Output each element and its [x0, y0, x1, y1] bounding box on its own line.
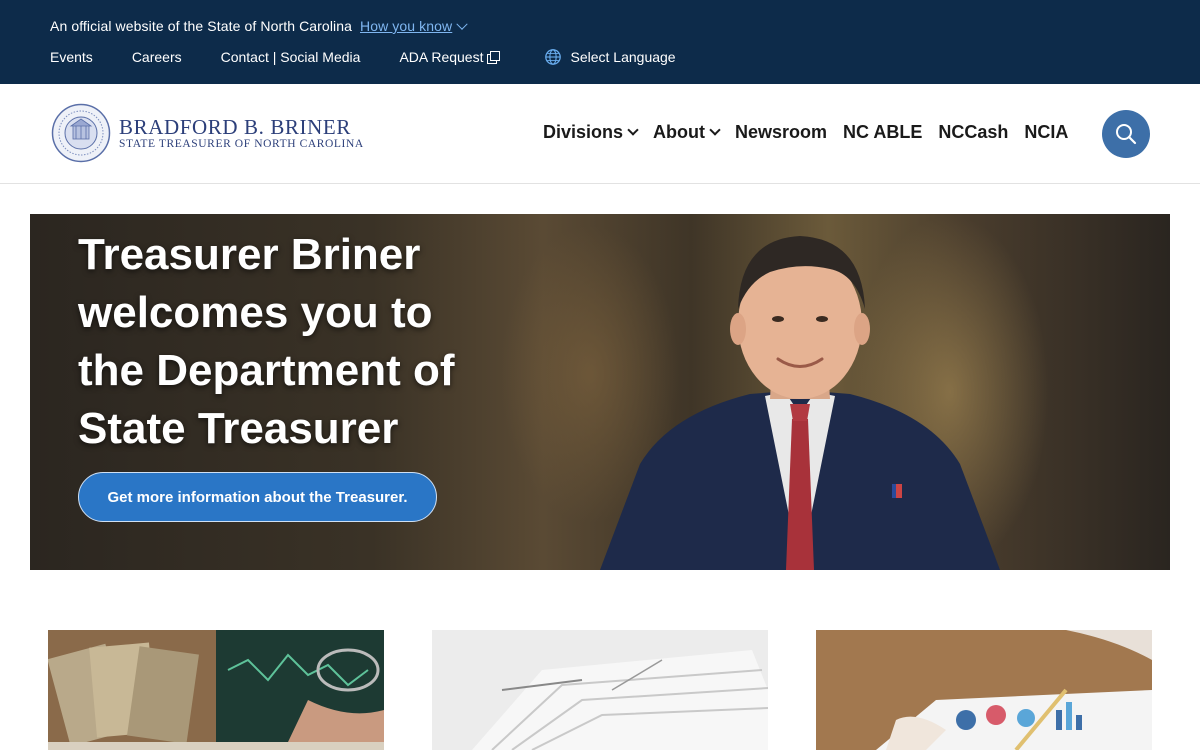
- search-button[interactable]: [1102, 110, 1150, 158]
- external-link-icon: [486, 51, 500, 64]
- select-language[interactable]: Select Language: [544, 48, 676, 66]
- card-image-finance[interactable]: [48, 630, 384, 750]
- chevron-down-icon: [709, 124, 721, 136]
- treasurer-info-button[interactable]: Get more information about the Treasurer…: [78, 472, 437, 522]
- chevron-down-icon: [627, 124, 639, 136]
- hero-title: Treasurer Briner welcomes you to the Dep…: [78, 230, 455, 453]
- nav-about-label: About: [653, 122, 706, 142]
- how-you-know-link[interactable]: How you know: [360, 18, 468, 34]
- nav-about[interactable]: About: [653, 122, 721, 143]
- nav-ncia[interactable]: NCIA: [1024, 122, 1068, 143]
- site-logo[interactable]: BRADFORD B. BRINER STATE TREASURER OF NO…: [51, 103, 364, 163]
- nav-nc-able[interactable]: NC ABLE: [843, 122, 922, 143]
- document-stacks-image: [432, 630, 768, 750]
- nav-divisions-label: Divisions: [543, 122, 624, 142]
- hero-banner: Treasurer Briner welcomes you to the Dep…: [30, 214, 1170, 570]
- select-language-label: Select Language: [570, 49, 676, 65]
- official-text: An official website of the State of Nort…: [50, 18, 353, 34]
- state-seal-icon: [51, 103, 111, 163]
- official-notice: An official website of the State of Nort…: [50, 18, 468, 34]
- site-header: BRADFORD B. BRINER STATE TREASURER OF NO…: [0, 84, 1200, 184]
- nav-divisions[interactable]: Divisions: [543, 122, 639, 143]
- how-you-know-label: How you know: [360, 18, 453, 34]
- search-icon: [1116, 124, 1137, 145]
- card-image-documents[interactable]: [432, 630, 768, 750]
- logo-text: BRADFORD B. BRINER STATE TREASURER OF NO…: [119, 116, 364, 151]
- utility-link-contact[interactable]: Contact | Social Media: [221, 49, 361, 65]
- globe-icon: [544, 49, 561, 65]
- money-and-markets-image: [48, 630, 384, 750]
- treasurer-portrait: [600, 236, 1000, 570]
- logo-name: BRADFORD B. BRINER: [119, 114, 351, 139]
- utility-link-events[interactable]: Events: [50, 49, 93, 65]
- financial-analysis-image: [816, 630, 1152, 750]
- nav-nccash[interactable]: NCCash: [938, 122, 1008, 143]
- chevron-down-icon: [456, 18, 468, 30]
- card-image-analysis[interactable]: [816, 630, 1152, 750]
- logo-subtitle: STATE TREASURER OF NORTH CAROLINA: [119, 137, 364, 150]
- official-banner: An official website of the State of Nort…: [0, 0, 1200, 84]
- ada-request-label: ADA Request: [399, 49, 484, 65]
- utility-link-ada-request[interactable]: ADA Request: [399, 49, 500, 65]
- utility-link-careers[interactable]: Careers: [132, 49, 182, 65]
- nav-newsroom[interactable]: Newsroom: [735, 122, 827, 143]
- utility-nav: Events Careers Contact | Social Media AD…: [50, 48, 676, 66]
- main-nav: Divisions About Newsroom NC ABLE NCCash …: [543, 122, 1084, 143]
